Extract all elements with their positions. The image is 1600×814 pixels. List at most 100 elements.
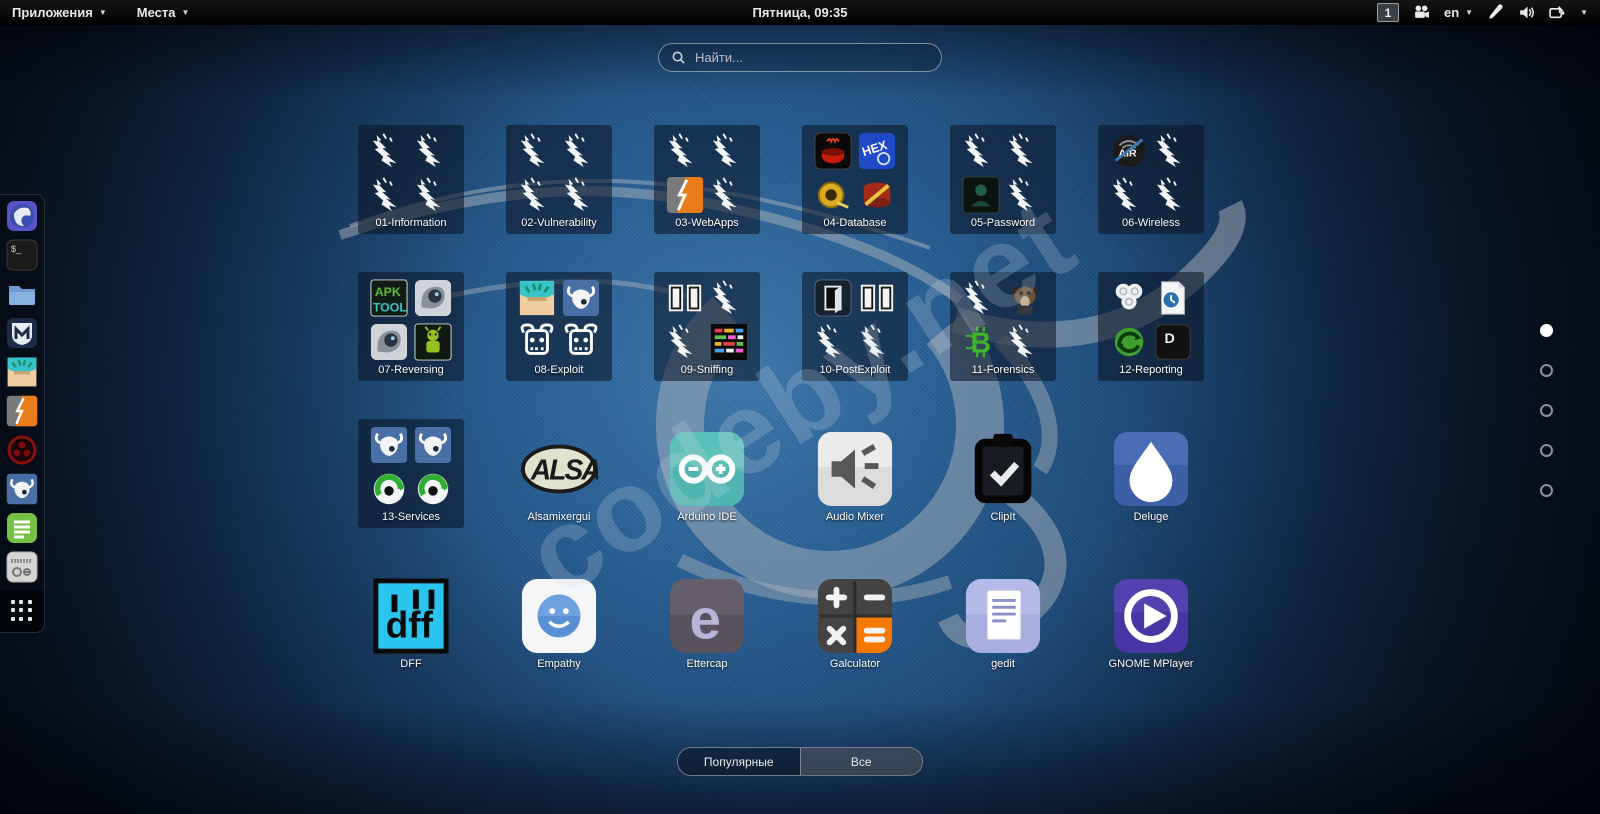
chevron-down-icon: ▼ [98,8,107,17]
dock-item-armitage[interactable] [6,356,38,388]
folder-preview: D [1110,279,1192,361]
dragon-icon [1110,176,1148,214]
app-folder[interactable]: HEX 04-Database [781,125,929,234]
folder-preview: APK TOOL [370,279,452,361]
applications-menu[interactable]: Приложения ▼ [12,5,107,20]
app-folder[interactable]: 09-Sniffing [633,272,781,381]
page-dot-5[interactable] [1540,484,1553,497]
apktool-icon: APK TOOL [370,279,408,317]
leafpad-icon [6,512,38,544]
svg-text:ALSA: ALSA [530,454,598,486]
folder-tile: 05-Password [950,125,1056,234]
dock-item-burpsuite[interactable] [6,395,38,427]
folder-preview [962,132,1044,214]
dkey-icon: D [1154,323,1192,361]
svg-text:$_: $_ [11,244,22,254]
folder-preview [518,279,600,361]
beefbull-icon [562,279,600,317]
folder-tile: 08-Exploit [506,272,612,381]
folder-tile: APK TOOL 07-Reversing [358,272,464,381]
app-folder[interactable]: 08-Exploit [485,272,633,381]
keyboard-layout-menu[interactable]: en ▼ [1444,5,1473,20]
page-dot-1[interactable] [1540,324,1553,337]
dock-item-iceweasel-browser[interactable] [6,200,38,232]
dock-item-leafpad[interactable] [6,512,38,544]
folder-preview: B [962,279,1044,361]
app-item[interactable]: Deluge [1077,419,1225,528]
all-tab[interactable]: Все [799,748,922,775]
circles-icon [1110,279,1148,317]
svg-text:e: e [689,587,720,650]
folder-label: 04-Database [823,217,887,229]
greenorb-icon [414,470,452,508]
volume-icon[interactable] [1518,4,1535,21]
clock-label: Пятница, 09:35 [752,5,848,20]
chevron-down-icon: ▼ [181,8,190,17]
dock-item-metasploit[interactable] [6,317,38,349]
air-icon: AIR [1110,132,1148,170]
app-folder[interactable]: 03-WebApps [633,125,781,234]
deluge-icon [1112,430,1190,508]
app-folder[interactable]: D 12-Reporting [1077,272,1225,381]
dog-icon [1006,279,1044,317]
app-folder[interactable]: 01-Information [337,125,485,234]
top-bar: Приложения ▼ Места ▼ Пятница, 09:35 1 en… [0,0,1600,25]
armitage-icon [6,356,38,388]
page-dot-4[interactable] [1540,444,1553,457]
show-applications-button[interactable] [0,590,44,632]
svg-text:TOOL: TOOL [373,300,408,314]
app-folder[interactable]: AIR 06-Wireless [1077,125,1225,234]
folder-tile: HEX 04-Database [802,125,908,234]
app-item[interactable]: GNOME MPlayer [1077,566,1225,675]
alsa-icon: ALSA [520,430,602,508]
cauldron-icon [814,132,852,170]
page-dot-3[interactable] [1540,404,1553,417]
folder-preview: HEX [814,132,896,214]
applications-menu-label: Приложения [12,5,93,20]
audiomixer-icon [816,430,894,508]
dock-item-red-orb-app[interactable] [6,434,38,466]
dragon-icon [858,323,896,361]
iceweasel-icon [6,200,38,232]
folder-tile: D 12-Reporting [1098,272,1204,381]
workspace-indicator[interactable]: 1 [1376,3,1399,22]
app-folder[interactable]: B 11-Forensics [929,272,1077,381]
docclock-icon [1154,279,1192,317]
search-input[interactable] [658,43,942,72]
page-dot-2[interactable] [1540,364,1553,377]
dock-item-beef[interactable] [6,473,38,505]
folder-preview [814,279,896,361]
keyboard-layout-label: en [1443,5,1460,20]
android-icon [414,323,452,361]
app-folder[interactable]: 10-PostExploit [781,272,929,381]
video-camera-icon[interactable] [1413,4,1430,21]
folder-tile: AIR 06-Wireless [1098,125,1204,234]
app-folder[interactable]: APK TOOL 07-Reversing [337,272,485,381]
app-folder[interactable]: 02-Vulnerability [485,125,633,234]
places-menu[interactable]: Места ▼ [137,5,190,20]
dock-item-terminal[interactable]: $_ [6,239,38,271]
galculator-icon [816,577,894,655]
workspace-number: 1 [1384,5,1392,20]
dock-item-mixer-device[interactable] [6,551,38,583]
pen-icon[interactable] [1487,4,1504,21]
battery-icon[interactable] [1549,4,1566,21]
dock-item-files[interactable] [6,278,38,310]
chevron-down-icon[interactable]: ▼ [1580,8,1588,17]
files-icon [6,278,38,310]
svg-text:D: D [1164,331,1174,347]
app-folder[interactable]: 05-Password [929,125,1077,234]
dash-dock: $_ [0,194,45,633]
burp-icon [666,176,704,214]
folder-label: 01-Information [375,217,447,229]
doordark-icon [814,279,852,317]
folder-preview [666,279,748,361]
dragon-icon [414,132,452,170]
clock[interactable]: Пятница, 09:35 [753,5,848,20]
dragon-icon [1006,176,1044,214]
dragon-icon [518,132,556,170]
bitcoin-icon: B [962,323,1000,361]
beefbull-icon [6,473,38,505]
dragon-icon [962,132,1000,170]
frequent-tab[interactable]: Популярные [678,748,800,775]
